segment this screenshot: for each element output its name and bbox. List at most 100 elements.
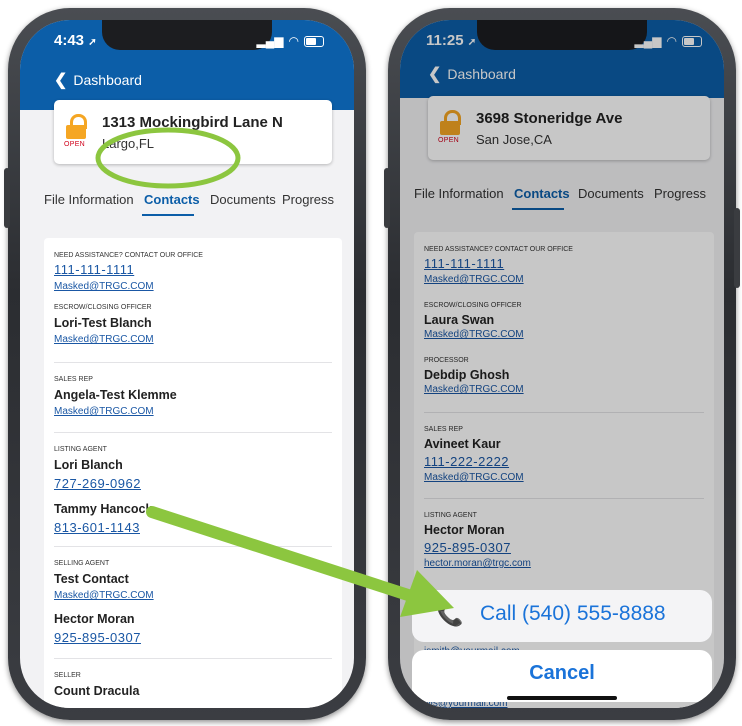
section-label: ESCROW/CLOSING OFFICER bbox=[424, 302, 522, 309]
back-label: Dashboard bbox=[73, 72, 142, 88]
section-label: SELLER bbox=[54, 672, 81, 679]
battery-icon bbox=[682, 35, 702, 47]
status-icons: ▂▄▆ ◠ bbox=[257, 34, 324, 48]
chevron-left-icon: ❮ bbox=[428, 66, 442, 83]
section-label: ESCROW/CLOSING OFFICER bbox=[54, 304, 152, 311]
home-indicator bbox=[507, 696, 617, 700]
left-phone-frame: 4:43 ➚ ▂▄▆ ◠ ❮ Dashboard OPEN 1313 Mocki… bbox=[4, 8, 366, 720]
contacts-panel: NEED ASSISTANCE? CONTACT OUR OFFICE 111-… bbox=[44, 238, 342, 708]
section-label: NEED ASSISTANCE? CONTACT OUR OFFICE bbox=[424, 246, 573, 253]
property-card[interactable]: OPEN 3698 Stoneridge Ave San Jose,CA bbox=[428, 96, 710, 160]
property-city: San Jose,CA bbox=[476, 132, 552, 147]
contact-phone-link[interactable]: 925-895-0307 bbox=[54, 630, 141, 645]
lock-status-label: OPEN bbox=[438, 137, 460, 144]
contact-email-link[interactable]: Masked@TRGC.COM bbox=[424, 329, 524, 340]
section-label: PROCESSOR bbox=[424, 357, 469, 364]
contact-name: Lori Blanch bbox=[54, 458, 123, 472]
contact-name: Count Dracula bbox=[54, 684, 140, 698]
section-label: LISTING AGENT bbox=[54, 446, 107, 453]
tab-contacts[interactable]: Contacts bbox=[514, 186, 570, 201]
divider bbox=[54, 362, 332, 363]
contact-email-link[interactable]: Masked@TRGC.COM bbox=[424, 384, 524, 395]
contact-name: Hector Moran bbox=[54, 612, 135, 626]
contact-name: Hector Moran bbox=[424, 523, 505, 537]
tab-progress[interactable]: Progress bbox=[654, 186, 706, 201]
contact-phone-link[interactable]: 111-222-2222 bbox=[424, 454, 509, 469]
lock-status-label: OPEN bbox=[64, 141, 86, 148]
right-phone-screen: 11:25 ➚ ▂▄▆ ◠ ❮ Dashboard OPEN 3698 Ston… bbox=[400, 20, 724, 708]
office-email-link[interactable]: Masked@TRGC.COM bbox=[424, 274, 524, 285]
back-button[interactable]: ❮ Dashboard bbox=[428, 64, 516, 84]
contact-phone-link[interactable]: 925-895-0307 bbox=[424, 540, 511, 555]
contact-email-link[interactable]: hector.moran@trgc.com bbox=[424, 558, 531, 569]
back-button[interactable]: ❮ Dashboard bbox=[54, 70, 142, 90]
chevron-left-icon: ❮ bbox=[54, 72, 68, 89]
left-phone-screen: 4:43 ➚ ▂▄▆ ◠ ❮ Dashboard OPEN 1313 Mocki… bbox=[20, 20, 354, 708]
contact-email-link[interactable]: Masked@TRGC.COM bbox=[54, 590, 154, 601]
back-label: Dashboard bbox=[447, 66, 516, 82]
open-lock-icon: OPEN bbox=[64, 114, 90, 148]
contact-name: Laura Swan bbox=[424, 313, 495, 327]
phone-notch bbox=[102, 20, 272, 50]
contact-name: Avineet Kaur bbox=[424, 437, 501, 451]
cancel-label: Cancel bbox=[529, 662, 595, 684]
section-label: SALES REP bbox=[424, 426, 463, 433]
wifi-icon: ◠ bbox=[666, 34, 677, 48]
status-time: 11:25 ➚ bbox=[426, 32, 477, 49]
tab-file-information[interactable]: File Information bbox=[44, 192, 134, 207]
divider bbox=[54, 546, 332, 547]
app-header: 4:43 ➚ ▂▄▆ ◠ ❮ Dashboard bbox=[20, 20, 354, 110]
location-arrow-icon: ➚ bbox=[88, 37, 97, 48]
phone-icon: 📞 bbox=[436, 602, 464, 627]
property-address: 1313 Mockingbird Lane N bbox=[102, 114, 283, 131]
signal-icon: ▂▄▆ bbox=[634, 34, 662, 48]
active-tab-indicator bbox=[512, 208, 564, 210]
contact-email-link[interactable]: Masked@TRGC.COM bbox=[424, 472, 524, 483]
status-icons: ▂▄▆ ◠ bbox=[635, 34, 702, 48]
section-label: LISTING AGENT bbox=[424, 512, 477, 519]
tab-progress[interactable]: Progress bbox=[282, 192, 334, 207]
tab-documents[interactable]: Documents bbox=[578, 186, 644, 201]
property-card[interactable]: OPEN 1313 Mockingbird Lane N Largo,FL bbox=[54, 100, 332, 164]
contact-email-link[interactable]: Masked@TRGC.COM bbox=[54, 334, 154, 345]
divider bbox=[54, 432, 332, 433]
office-email-link[interactable]: Masked@TRGC.COM bbox=[54, 281, 154, 292]
divider bbox=[424, 498, 704, 499]
divider bbox=[424, 412, 704, 413]
right-phone-frame: 11:25 ➚ ▂▄▆ ◠ ❮ Dashboard OPEN 3698 Ston… bbox=[384, 8, 740, 720]
power-button bbox=[734, 208, 740, 288]
wifi-icon: ◠ bbox=[288, 34, 299, 48]
contact-phone-link[interactable]: 813-601-1143 bbox=[54, 520, 140, 535]
active-tab-indicator bbox=[142, 214, 194, 216]
contact-name: Lori-Test Blanch bbox=[54, 316, 152, 330]
location-arrow-icon: ➚ bbox=[467, 37, 477, 48]
property-city: Largo,FL bbox=[102, 136, 155, 151]
volume-button bbox=[384, 168, 390, 228]
contact-name: Test Contact bbox=[54, 572, 129, 586]
divider bbox=[54, 658, 332, 659]
contact-name: Angela-Test Klemme bbox=[54, 388, 177, 402]
app-header: 11:25 ➚ ▂▄▆ ◠ ❮ Dashboard bbox=[400, 20, 724, 98]
tab-file-information[interactable]: File Information bbox=[414, 186, 504, 201]
phone-notch bbox=[477, 20, 647, 50]
battery-icon bbox=[304, 35, 324, 47]
contact-name: Tammy Hancock bbox=[54, 502, 153, 516]
office-phone-link[interactable]: 111-111-1111 bbox=[424, 256, 504, 271]
call-action-label: Call (540) 555-8888 bbox=[480, 602, 666, 625]
tab-documents[interactable]: Documents bbox=[210, 192, 276, 207]
contact-phone-link[interactable]: 727-269-0962 bbox=[54, 476, 141, 491]
contact-name: Debdip Ghosh bbox=[424, 368, 510, 382]
section-label: SALES REP bbox=[54, 376, 93, 383]
signal-icon: ▂▄▆ bbox=[256, 34, 284, 48]
open-lock-icon: OPEN bbox=[438, 110, 464, 144]
property-address: 3698 Stoneridge Ave bbox=[476, 110, 623, 127]
contact-email-link[interactable]: Masked@TRGC.COM bbox=[54, 406, 154, 417]
volume-button bbox=[4, 168, 10, 228]
status-time: 4:43 ➚ bbox=[54, 32, 97, 49]
section-label: SELLING AGENT bbox=[54, 560, 110, 567]
office-phone-link[interactable]: 111-111-1111 bbox=[54, 262, 134, 277]
cancel-button[interactable]: Cancel bbox=[412, 650, 712, 702]
section-label: NEED ASSISTANCE? CONTACT OUR OFFICE bbox=[54, 252, 203, 259]
tab-contacts[interactable]: Contacts bbox=[144, 192, 200, 207]
call-action-button[interactable]: 📞 Call (540) 555-8888 bbox=[412, 590, 712, 642]
